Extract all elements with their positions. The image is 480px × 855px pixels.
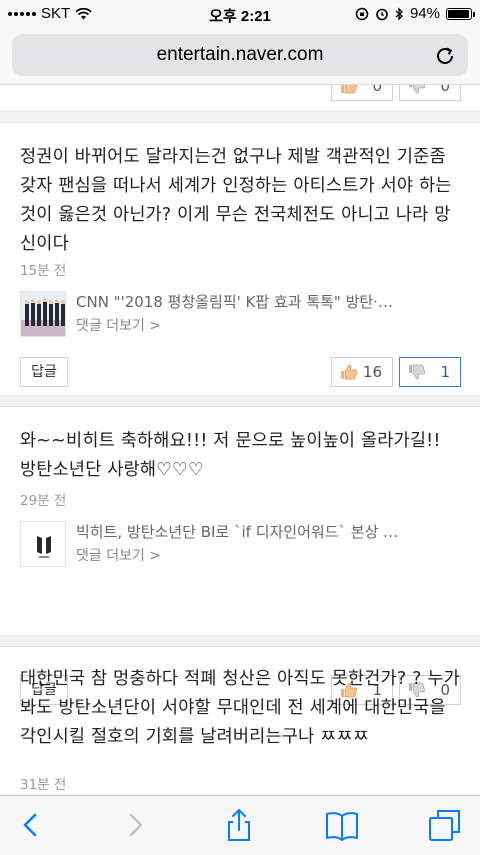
reload-icon[interactable] <box>434 45 456 67</box>
share-icon[interactable] <box>222 808 256 842</box>
browser-toolbar <box>0 795 480 855</box>
dislike-count: 1 <box>440 363 450 381</box>
section-divider <box>0 635 480 647</box>
like-count: 16 <box>362 363 382 381</box>
like-button[interactable]: 16 <box>331 357 393 387</box>
thumbs-up-icon <box>341 364 358 380</box>
comment-text: 정권이 바뀌어도 달라지는건 없구나 제발 객관적인 기준좀 갖자 팬심을 떠나… <box>20 147 452 254</box>
status-bar: SKT 오후 2:21 94% <box>0 0 480 28</box>
orientation-lock-icon <box>355 7 369 20</box>
address-bar[interactable]: entertain.naver.com <box>12 34 468 76</box>
dislike-button[interactable]: 1 <box>399 357 461 387</box>
bts-logo-thumbnail <box>21 522 65 566</box>
section-divider <box>0 395 480 407</box>
bluetooth-icon <box>395 6 403 21</box>
article-title: CNN "'2018 평창올림픽' K팝 효과 톡톡" 방탄·… <box>76 293 393 311</box>
section-divider <box>0 111 480 123</box>
battery-icon <box>446 7 475 20</box>
comment-time: 15분 전 <box>20 263 67 279</box>
group-photo-thumbnail <box>21 292 65 336</box>
more-comments-link[interactable]: 댓글 더보기 > <box>76 315 161 335</box>
comment-time: 29분 전 <box>20 493 67 509</box>
forward-icon[interactable] <box>118 808 152 842</box>
alarm-icon <box>376 8 388 20</box>
like-button[interactable]: 0 <box>331 85 393 101</box>
comment-text: 와~~비히트 축하해요!!! 저 문으로 높이높이 올라가길!! 방탄소년단 사… <box>20 431 441 480</box>
browser-header: entertain.naver.com <box>0 28 480 85</box>
tabs-icon[interactable] <box>428 808 462 842</box>
article-link[interactable]: CNN "'2018 평창올림픽' K팝 효과 톡톡" 방탄·… 댓글 더보기 … <box>20 291 460 337</box>
article-title: 빅히트, 방탄소년단 BI로 `if 디자인어워드` 본상 … <box>76 523 399 541</box>
article-thumbnail <box>20 521 66 567</box>
comment-time: 31분 전 <box>20 777 67 793</box>
battery-percent: 94% <box>409 5 440 22</box>
thumbs-down-icon <box>409 364 426 380</box>
thumbs-up-icon <box>341 85 358 94</box>
thumbs-down-icon <box>409 85 426 94</box>
comment-text: 대한민국 참 멍충하다 적폐 청산은 아직도 못한건가? ? 누가봐도 방탄소년… <box>20 669 460 747</box>
dislike-button[interactable]: 0 <box>399 85 461 101</box>
reply-button[interactable]: 답글 <box>20 357 68 387</box>
article-thumbnail <box>20 291 66 337</box>
comment-list: 0 0 정권이 바뀌어도 달라지는건 없구나 제발 객관적인 기준좀 갖자 팬심… <box>0 85 480 795</box>
back-icon[interactable] <box>14 808 48 842</box>
article-link[interactable]: 빅히트, 방탄소년단 BI로 `if 디자인어워드` 본상 … 댓글 더보기 > <box>20 521 460 567</box>
bookmarks-icon[interactable] <box>325 808 359 842</box>
more-comments-link[interactable]: 댓글 더보기 > <box>76 545 161 565</box>
status-right: 94% <box>355 5 475 22</box>
url-text: entertain.naver.com <box>156 44 324 65</box>
